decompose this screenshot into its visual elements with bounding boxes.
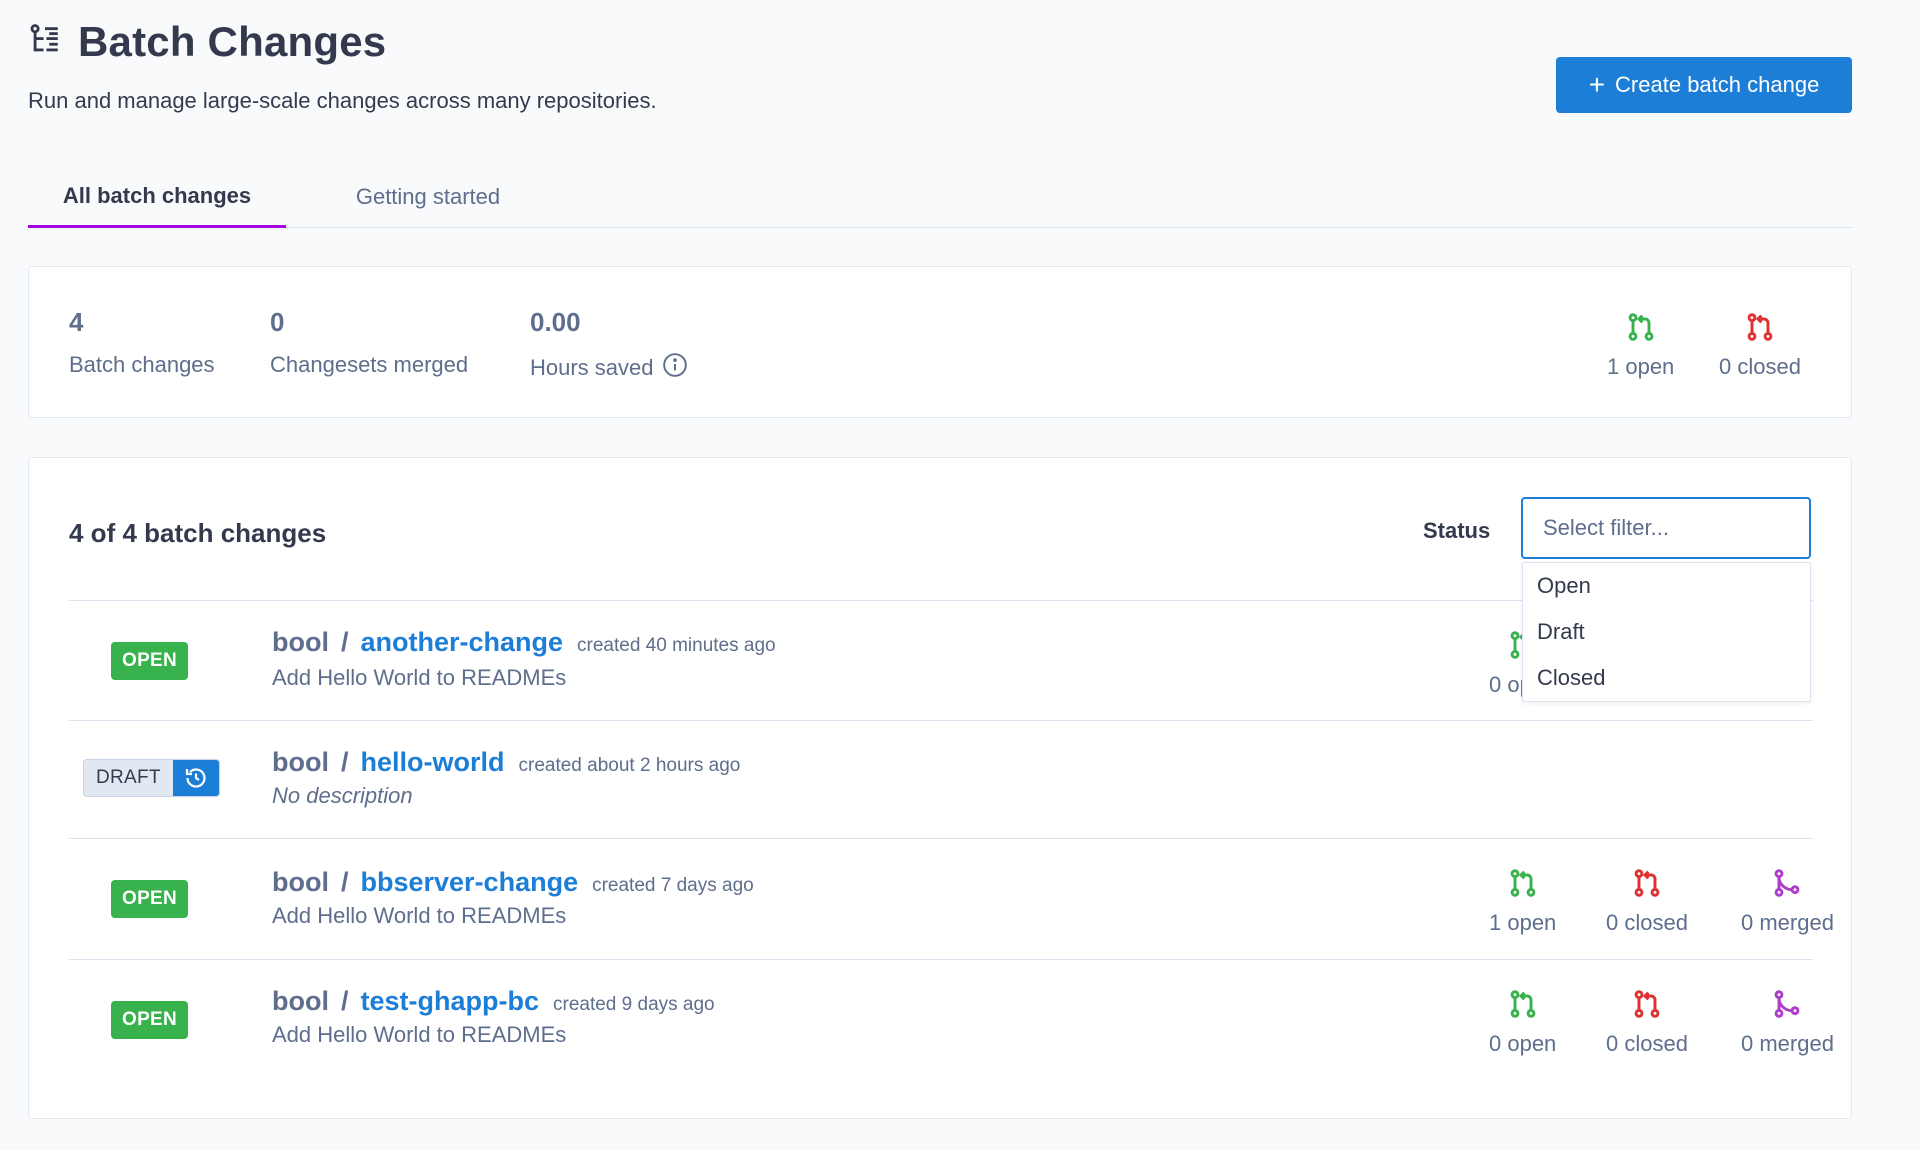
batch-change-name-link[interactable]: hello-world <box>361 747 505 778</box>
stat-changesets-merged-value: 0 <box>270 307 285 337</box>
filter-option-closed[interactable]: Closed <box>1523 655 1810 701</box>
batch-change-description: No description <box>272 783 413 808</box>
tab-getting-started[interactable]: Getting started <box>314 166 542 228</box>
plus-icon: + <box>1588 69 1606 100</box>
stat-hours-saved-value: 0.00 <box>530 307 581 337</box>
row-open-changesets: 1 open <box>1489 867 1556 936</box>
status-filter-dropdown: Open Draft Closed <box>1522 562 1811 702</box>
batch-changes-icon <box>28 23 62 62</box>
row-merged-label: 0 merged <box>1741 1031 1834 1056</box>
filter-option-open[interactable]: Open <box>1523 563 1810 609</box>
status-filter-input[interactable] <box>1521 497 1811 559</box>
status-badge: OPEN <box>111 642 189 680</box>
create-batch-change-button[interactable]: + Create batch change <box>1556 57 1852 113</box>
row-closed-label: 0 closed <box>1606 1031 1688 1056</box>
list-item: OPEN bool / test-ghapp-bc created 9 days… <box>69 959 1834 1080</box>
row-merged-changesets: 0 merged <box>1741 988 1834 1057</box>
create-batch-change-label: Create batch change <box>1615 72 1820 97</box>
namespace-link[interactable]: bool <box>272 986 329 1017</box>
history-icon <box>172 760 219 796</box>
stat-hours-saved: 0.00 Hours saved <box>530 307 688 384</box>
stat-closed-changesets: 0 closed <box>1719 311 1801 380</box>
status-badge: OPEN <box>111 1001 189 1039</box>
namespace-separator: / <box>340 627 349 657</box>
batch-change-description: Add Hello World to READMEs <box>272 903 567 928</box>
status-filter-label: Status <box>1423 518 1491 543</box>
changeset-closed-icon <box>1631 867 1663 904</box>
stat-batch-changes: 4 Batch changes <box>69 307 215 378</box>
row-closed-changesets: 0 closed <box>1606 988 1688 1057</box>
stats-card: 4 Batch changes 0 Changesets merged 0.00… <box>28 266 1852 418</box>
row-open-label: 0 open <box>1489 1031 1557 1056</box>
stat-changesets-merged: 0 Changesets merged <box>270 307 468 378</box>
tab-all-batch-changes[interactable]: All batch changes <box>28 166 286 228</box>
changeset-open-icon <box>1507 988 1539 1025</box>
list-count: 4 of 4 batch changes <box>69 518 327 548</box>
namespace-separator: / <box>340 867 349 897</box>
stat-open-label: 1 open <box>1607 354 1675 379</box>
filter-option-draft[interactable]: Draft <box>1523 609 1810 655</box>
created-timestamp: created 9 days ago <box>553 994 715 1015</box>
changeset-closed-icon <box>1631 988 1663 1025</box>
draft-badge-label: DRAFT <box>96 767 161 788</box>
list-item: OPEN bool / bbserver-change created 7 da… <box>69 838 1834 959</box>
changeset-open-icon <box>1625 311 1657 348</box>
page-title: Batch Changes <box>78 18 387 65</box>
changeset-open-icon <box>1507 867 1539 904</box>
row-closed-label: 0 closed <box>1606 910 1688 935</box>
stat-open-changesets: 1 open <box>1607 311 1674 380</box>
batch-change-description: Add Hello World to READMEs <box>272 1022 567 1047</box>
row-open-label: 1 open <box>1489 910 1557 935</box>
row-merged-changesets: 0 merged <box>1741 867 1834 936</box>
stat-batch-changes-label: Batch changes <box>69 352 215 377</box>
stat-changesets-merged-label: Changesets merged <box>270 352 469 377</box>
info-icon[interactable] <box>662 352 688 384</box>
changeset-merged-icon <box>1771 988 1803 1025</box>
status-badge: OPEN <box>111 880 189 918</box>
namespace-separator: / <box>340 747 349 777</box>
namespace-link[interactable]: bool <box>272 627 329 658</box>
tabs: All batch changes Getting started <box>28 166 1852 228</box>
batch-changes-list-card: 4 of 4 batch changes Status Open Draft C… <box>28 457 1852 1119</box>
namespace-link[interactable]: bool <box>272 747 329 778</box>
status-badge: DRAFT <box>83 759 220 797</box>
changeset-closed-icon <box>1744 311 1776 348</box>
batch-change-name-link[interactable]: bbserver-change <box>361 867 579 898</box>
row-merged-label: 0 merged <box>1741 910 1834 935</box>
stat-batch-changes-value: 4 <box>69 307 84 337</box>
batch-change-name-link[interactable]: test-ghapp-bc <box>361 986 540 1017</box>
stat-closed-label: 0 closed <box>1719 354 1801 379</box>
list-item: DRAFT bool / hello-world created about 2… <box>69 720 1813 838</box>
batch-change-name-link[interactable]: another-change <box>361 627 564 658</box>
namespace-link[interactable]: bool <box>272 867 329 898</box>
stat-hours-saved-label: Hours saved <box>530 355 654 380</box>
created-timestamp: created about 2 hours ago <box>518 755 741 776</box>
batch-change-description: Add Hello World to READMEs <box>272 665 567 690</box>
row-closed-changesets: 0 closed <box>1606 867 1688 936</box>
namespace-separator: / <box>340 986 349 1016</box>
created-timestamp: created 7 days ago <box>592 875 754 896</box>
created-timestamp: created 40 minutes ago <box>577 635 776 656</box>
page-subtitle: Run and manage large-scale changes acros… <box>28 88 657 113</box>
row-open-changesets: 0 open <box>1489 988 1556 1057</box>
page-header: Batch Changes Run and manage large-scale… <box>28 18 657 114</box>
changeset-merged-icon <box>1771 867 1803 904</box>
